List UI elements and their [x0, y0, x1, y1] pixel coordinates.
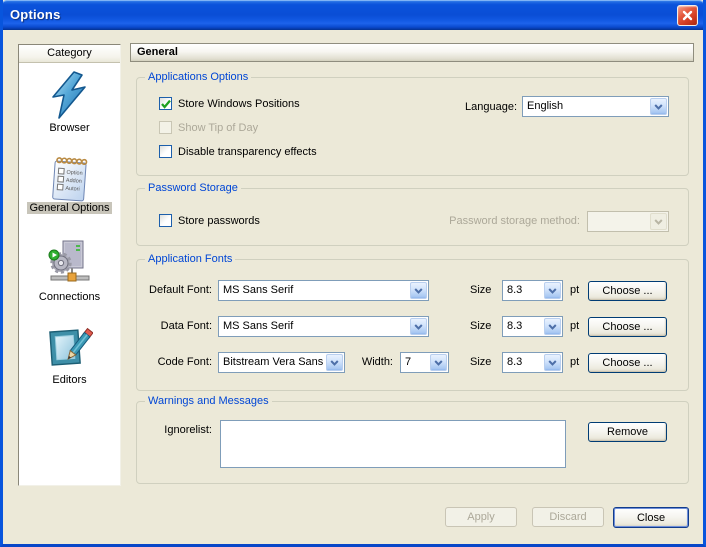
ignorelist-label: Ignorelist:	[130, 424, 212, 436]
close-button-footer[interactable]: Close	[613, 507, 689, 528]
group-title: Warnings and Messages	[145, 395, 272, 407]
sidebar-item-general-options[interactable]: Option Addon Autori	[19, 155, 120, 208]
svg-text:Autori: Autori	[65, 186, 80, 193]
chevron-down-icon[interactable]	[544, 282, 561, 299]
chevron-down-icon[interactable]	[544, 318, 561, 335]
language-select[interactable]: English	[522, 96, 669, 117]
ignorelist-listbox[interactable]	[220, 420, 566, 468]
checkbox-label-store-passwords[interactable]: Store passwords	[178, 215, 260, 227]
svg-text:Option: Option	[66, 170, 83, 177]
pt-unit-label: pt	[570, 356, 579, 368]
browser-lightning-icon	[47, 71, 93, 119]
discard-button: Discard	[532, 507, 604, 527]
sidebar-item-browser[interactable]	[19, 71, 120, 124]
checkbox-label-disable-transparency[interactable]: Disable transparency effects	[178, 146, 317, 158]
password-method-select	[587, 211, 669, 232]
options-dialog: Options Category Browser	[0, 0, 706, 547]
editor-pencil-icon	[47, 323, 93, 369]
check-icon	[160, 99, 172, 110]
size-label: Size	[470, 284, 491, 296]
size-label: Size	[470, 320, 491, 332]
width-label: Width:	[353, 356, 393, 368]
pt-unit-label: pt	[570, 320, 579, 332]
checkbox-label-show-tip-of-day: Show Tip of Day	[178, 122, 258, 134]
window-title: Options	[10, 7, 61, 22]
choose-code-font-button[interactable]: Choose ...	[588, 353, 667, 373]
notepad-checklist-icon: Option Addon Autori	[47, 155, 93, 203]
sidebar-item-editors[interactable]	[19, 323, 120, 374]
page-title: General	[130, 43, 694, 62]
category-header: Category	[19, 45, 120, 63]
apply-button: Apply	[445, 507, 517, 527]
sidebar-label-browser[interactable]: Browser	[19, 122, 120, 134]
close-icon	[682, 10, 693, 21]
titlebar[interactable]: Options	[0, 0, 706, 30]
size-label: Size	[470, 356, 491, 368]
chevron-down-icon[interactable]	[410, 318, 427, 335]
data-font-size-select[interactable]: 8.3	[502, 316, 563, 337]
network-computer-icon	[45, 238, 95, 288]
chevron-down-icon	[650, 213, 667, 230]
category-sidebar: Category Browser	[18, 44, 121, 486]
checkbox-show-tip-of-day	[159, 121, 172, 134]
checkbox-disable-transparency[interactable]	[159, 145, 172, 158]
default-font-size-select[interactable]: 8.3	[502, 280, 563, 301]
sidebar-label-editors[interactable]: Editors	[19, 374, 120, 386]
group-title: Application Fonts	[145, 253, 235, 265]
sidebar-item-connections[interactable]	[19, 238, 120, 293]
svg-text:Addon: Addon	[65, 178, 81, 185]
checkbox-label-store-windows-positions[interactable]: Store Windows Positions	[178, 98, 300, 110]
checkbox-store-windows-positions[interactable]	[159, 97, 172, 110]
checkbox-store-passwords[interactable]	[159, 214, 172, 227]
choose-data-font-button[interactable]: Choose ...	[588, 317, 667, 337]
group-title: Password Storage	[145, 182, 241, 194]
code-font-select[interactable]: Bitstream Vera Sans Mono	[218, 352, 345, 373]
chevron-down-icon[interactable]	[410, 282, 427, 299]
code-font-size-select[interactable]: 8.3	[502, 352, 563, 373]
pt-unit-label: pt	[570, 284, 579, 296]
chevron-down-icon[interactable]	[650, 98, 667, 115]
code-font-width-select[interactable]: 7	[400, 352, 449, 373]
chevron-down-icon[interactable]	[430, 354, 447, 371]
sidebar-label-connections[interactable]: Connections	[19, 291, 120, 303]
chevron-down-icon[interactable]	[326, 354, 343, 371]
data-font-label: Data Font:	[130, 320, 212, 332]
code-font-label: Code Font:	[130, 356, 212, 368]
choose-default-font-button[interactable]: Choose ...	[588, 281, 667, 301]
password-method-label: Password storage method:	[380, 215, 580, 227]
close-button[interactable]	[677, 5, 698, 26]
sidebar-label-general-options[interactable]: General Options	[19, 202, 120, 214]
data-font-select[interactable]: MS Sans Serif	[218, 316, 429, 337]
dialog-body: Category Browser	[3, 30, 703, 544]
default-font-select[interactable]: MS Sans Serif	[218, 280, 429, 301]
group-title: Applications Options	[145, 71, 251, 83]
language-label: Language:	[440, 101, 517, 113]
remove-button[interactable]: Remove	[588, 422, 667, 442]
chevron-down-icon[interactable]	[544, 354, 561, 371]
default-font-label: Default Font:	[130, 284, 212, 296]
